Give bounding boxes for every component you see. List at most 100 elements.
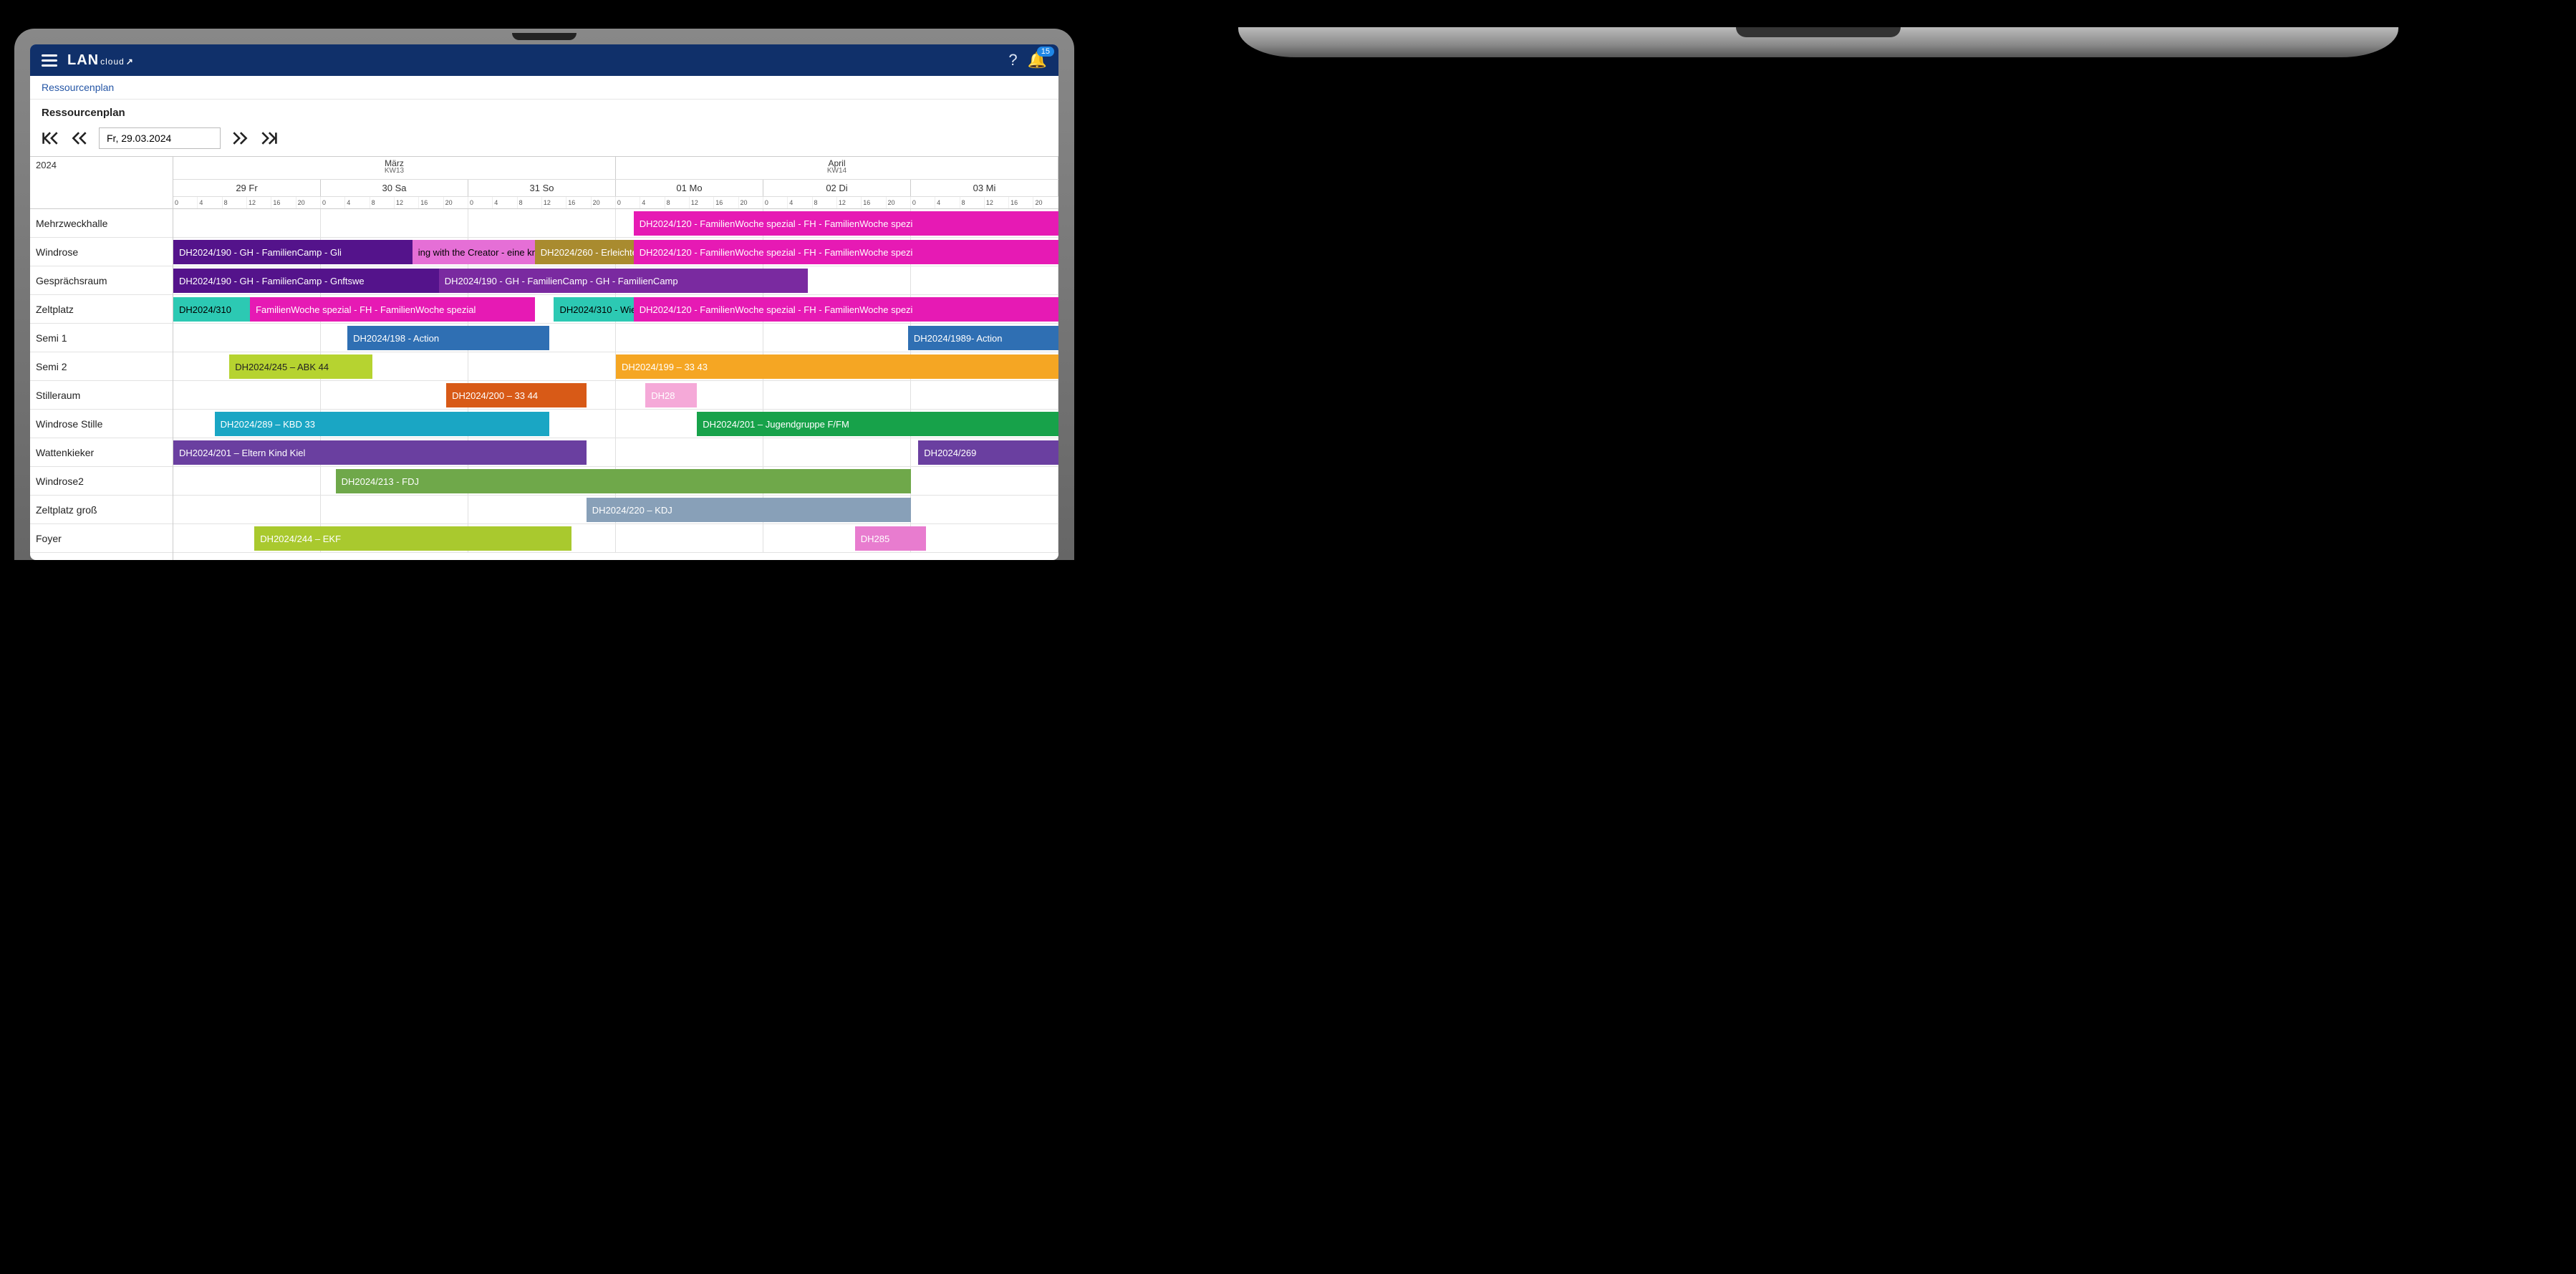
hour-cell: 8 <box>370 197 395 208</box>
booking-bar[interactable]: DH2024/190 - GH - FamilienCamp - Gli <box>173 240 413 264</box>
hour-cell: 4 <box>345 197 370 208</box>
resource-label: Semi 2 <box>30 352 173 381</box>
laptop-hinge <box>1736 27 1901 37</box>
day-cell: 31 So <box>468 180 616 196</box>
hour-cell: 16 <box>862 197 886 208</box>
laptop-frame: LANcloud↗ ? 🔔 15 Ressourcenplan Ressourc… <box>14 29 1074 560</box>
booking-bar[interactable]: DH2024/120 - FamilienWoche spezial - FH … <box>634 240 1058 264</box>
day-cell: 30 Sa <box>321 180 468 196</box>
date-nav-controls <box>30 123 1058 156</box>
day-cell: 29 Fr <box>173 180 321 196</box>
brand-light: cloud <box>100 57 125 67</box>
booking-bar[interactable]: DH2024/289 – KBD 33 <box>215 412 550 436</box>
next-icon[interactable] <box>231 130 249 146</box>
timeline-row: DH2024/190 - GH - FamilienCamp - Gnftswe… <box>173 266 1058 295</box>
resource-label: Stilleraum <box>30 381 173 410</box>
booking-bar[interactable]: DH2024/310 - Wie du mich <box>554 297 633 322</box>
day-cell: 03 Mi <box>911 180 1058 196</box>
hour-cell: 8 <box>960 197 985 208</box>
hour-cell: 0 <box>468 197 493 208</box>
notifications-button[interactable]: 🔔 15 <box>1028 51 1047 69</box>
booking-bar[interactable]: DH2024/245 – ABK 44 <box>229 354 372 379</box>
help-icon[interactable]: ? <box>1008 51 1017 69</box>
timeline-row: DH2024/201 – Eltern Kind Kiel DH2024/269 <box>173 438 1058 467</box>
resource-label: Zeltplatz <box>30 295 173 324</box>
booking-bar[interactable]: DH2024/190 - GH - FamilienCamp - GH - Fa… <box>439 269 808 293</box>
topbar: LANcloud↗ ? 🔔 15 <box>30 44 1058 76</box>
last-icon[interactable] <box>259 130 278 146</box>
day-cell: 01 Mo <box>616 180 763 196</box>
hour-cell: 0 <box>763 197 788 208</box>
resource-label: Foyer <box>30 524 173 553</box>
timeline-header: 2024 MärzKW13AprilKW14 29 Fr30 Sa31 So01… <box>30 157 1058 209</box>
breadcrumb[interactable]: Ressourcenplan <box>30 76 1058 100</box>
year-label: 2024 <box>30 157 173 208</box>
timeline-row: DH2024/213 - FDJ <box>173 467 1058 496</box>
hour-cell: 8 <box>665 197 690 208</box>
resource-label: Windrose Stille <box>30 410 173 438</box>
hour-cell: 20 <box>296 197 321 208</box>
hour-cell: 16 <box>1009 197 1033 208</box>
timeline-row: DH2024/198 - Action DH2024/1989- Action <box>173 324 1058 352</box>
booking-bar[interactable]: DH2024/213 - FDJ <box>336 469 911 493</box>
booking-bar[interactable]: FamilienWoche spezial - FH - FamilienWoc… <box>250 297 535 322</box>
resource-label: Mehrzweckhalle <box>30 209 173 238</box>
timeline: 2024 MärzKW13AprilKW14 29 Fr30 Sa31 So01… <box>30 156 1058 560</box>
timeline-row: DH2024/190 - GH - FamilienCamp - Gliing … <box>173 238 1058 266</box>
first-icon[interactable] <box>42 130 60 146</box>
booking-bar[interactable]: DH2024/190 - GH - FamilienCamp - Gnftswe <box>173 269 439 293</box>
booking-bar[interactable]: DH2024/310 <box>173 297 250 322</box>
hour-cell: 20 <box>739 197 763 208</box>
day-cell: 02 Di <box>763 180 911 196</box>
resource-label: Wattenkieker <box>30 438 173 467</box>
month-cell: AprilKW14 <box>616 157 1058 179</box>
booking-bar[interactable]: DH2024/260 - Erleichtert l <box>535 240 634 264</box>
timeline-row: DH2024/245 – ABK 44 DH2024/199 – 33 43 <box>173 352 1058 381</box>
hour-cell: 16 <box>714 197 738 208</box>
booking-bar[interactable]: DH28 <box>645 383 697 407</box>
hour-cell: 16 <box>566 197 591 208</box>
booking-bar[interactable]: DH2024/120 - FamilienWoche spezial - FH … <box>634 211 1058 236</box>
date-input[interactable] <box>99 127 221 149</box>
timeline-row: DH2024/244 – EKF DH285 <box>173 524 1058 553</box>
hour-cell: 12 <box>542 197 566 208</box>
booking-bar[interactable]: DH2024/198 - Action <box>347 326 549 350</box>
laptop-base <box>1238 27 2398 57</box>
booking-bar[interactable]: DH2024/1989- Action <box>908 326 1058 350</box>
resource-label: Gesprächsraum <box>30 266 173 295</box>
prev-icon[interactable] <box>70 130 89 146</box>
booking-bar[interactable]: DH2024/200 – 33 44 <box>446 383 587 407</box>
booking-bar[interactable]: DH2024/201 – Eltern Kind Kiel <box>173 440 587 465</box>
hour-cell: 16 <box>419 197 443 208</box>
brand-strong: LAN <box>67 52 99 69</box>
booking-bar[interactable]: DH285 <box>855 526 926 551</box>
resource-label: Semi 1 <box>30 324 173 352</box>
booking-bar[interactable]: ing with the Creator - eine kre <box>413 240 535 264</box>
laptop-notch <box>512 33 577 40</box>
screen: LANcloud↗ ? 🔔 15 Ressourcenplan Ressourc… <box>30 44 1058 560</box>
booking-bar[interactable]: DH2024/220 – KDJ <box>587 498 911 522</box>
booking-bar[interactable]: DH2024/120 - FamilienWoche spezial - FH … <box>634 297 1058 322</box>
booking-bar[interactable]: DH2024/269 <box>918 440 1058 465</box>
hour-cell: 4 <box>935 197 960 208</box>
hour-cell: 4 <box>640 197 665 208</box>
resource-label: Windrose2 <box>30 467 173 496</box>
hour-cell: 0 <box>173 197 198 208</box>
booking-bar[interactable]: DH2024/199 – 33 43 <box>616 354 1058 379</box>
timeline-row: DH2024/289 – KBD 33 DH2024/201 – Jugendgr… <box>173 410 1058 438</box>
booking-bar[interactable]: DH2024/201 – Jugendgruppe F/FM <box>697 412 1058 436</box>
booking-bar[interactable]: DH2024/244 – EKF <box>254 526 571 551</box>
brand-logo: LANcloud↗ <box>67 52 134 69</box>
hour-cell: 0 <box>616 197 640 208</box>
hour-cell: 12 <box>395 197 419 208</box>
hour-cell: 4 <box>493 197 517 208</box>
hour-cell: 20 <box>592 197 616 208</box>
hour-cell: 0 <box>911 197 935 208</box>
timeline-row: DH2024/220 – KDJ <box>173 496 1058 524</box>
resource-label: Windrose <box>30 238 173 266</box>
hour-cell: 12 <box>985 197 1009 208</box>
hour-cell: 4 <box>788 197 812 208</box>
hour-cell: 20 <box>444 197 468 208</box>
notification-badge: 15 <box>1037 47 1054 57</box>
menu-icon[interactable] <box>42 54 57 67</box>
